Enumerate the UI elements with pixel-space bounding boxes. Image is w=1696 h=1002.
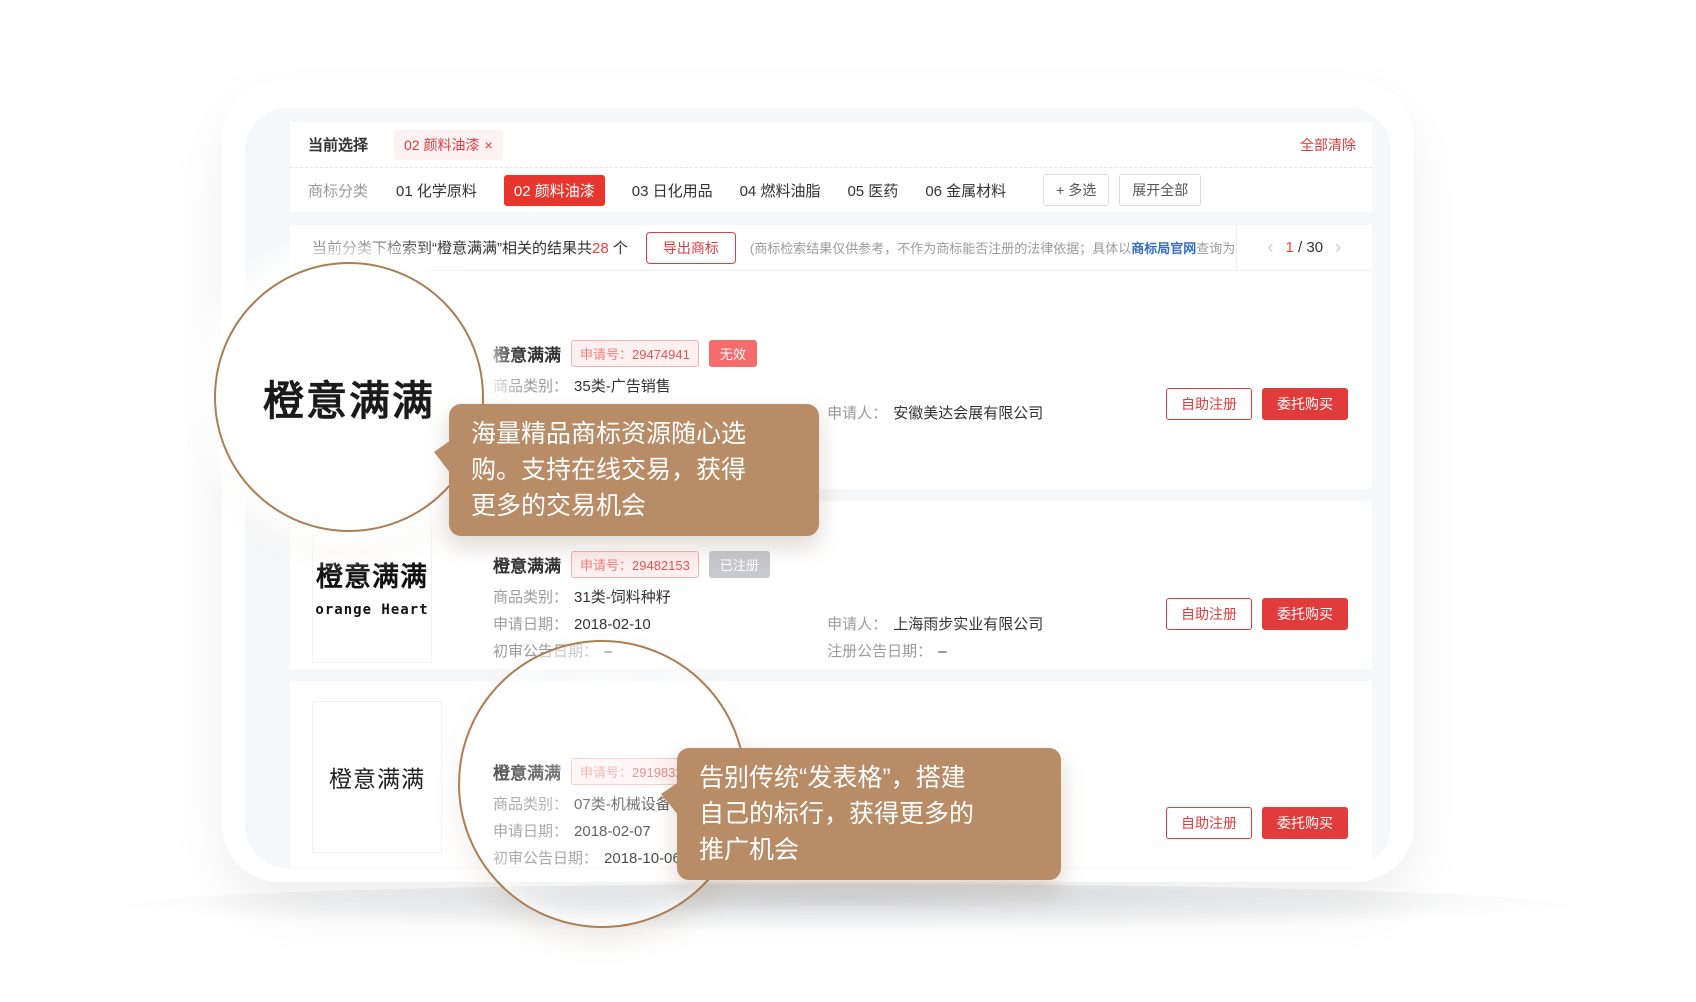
selected-filter-chip-label: 02 颜料油漆 (404, 135, 479, 155)
current-page: 1 (1286, 239, 1294, 256)
applicant-label: 申请人： (827, 616, 887, 633)
apply-date-value: 2018-02-10 (574, 616, 651, 633)
results-summary: 当前分类下检索到“橙意满满”相关的结果共28 个 (312, 237, 628, 258)
self-register-button[interactable]: 自助注册 (1166, 598, 1252, 630)
tooltip-line: 更多的交易机会 (471, 488, 797, 524)
trademark-image-2[interactable]: 橙意满满 orange Heart (312, 509, 432, 663)
entrust-purchase-button[interactable]: 委托购买 (1262, 807, 1348, 839)
trademark-name[interactable]: 橙意满满 (493, 759, 561, 784)
magnifier-circle-1: 橙意满满 (214, 262, 484, 532)
applicant-label: 申请人： (827, 405, 887, 422)
category-label: 商品类别： (493, 796, 568, 813)
tooltip-line: 海量精品商标资源随心选 (471, 416, 797, 452)
tooltip-tail (661, 782, 679, 816)
registration-publication-label: 注册公告日期： (827, 643, 932, 660)
close-icon[interactable]: × (484, 138, 492, 152)
filter-panel: 当前选择 02 颜料油漆 × 全部清除 商标分类 01 化学原料 02 颜料油漆… (290, 122, 1372, 212)
results-unit: 个 (609, 240, 628, 257)
category-label: 商品类别： (493, 378, 568, 395)
chevron-left-icon[interactable]: ‹ (1268, 237, 1274, 258)
trademark-name[interactable]: 橙意满满 (493, 552, 561, 577)
application-number-label: 申请号： (580, 347, 632, 362)
application-number-label: 申请号： (580, 765, 632, 780)
apply-date-value: 2018-02-07 (574, 823, 651, 840)
tooltip-promotion: 告别传统“发表格”，搭建 自己的标行，获得更多的 推广机会 (677, 748, 1061, 880)
trademark-image-subtext: orange Heart (315, 602, 428, 618)
page-separator: / (1294, 239, 1307, 256)
category-tab-01[interactable]: 01 化学原料 (396, 180, 477, 201)
trademark-office-link[interactable]: 商标局官网 (1131, 241, 1196, 256)
category-tab-06[interactable]: 06 金属材料 (925, 180, 1006, 201)
tooltip-marketplace: 海量精品商标资源随心选 购。支持在线交易，获得 更多的交易机会 (449, 404, 819, 536)
multi-select-button[interactable]: + 多选 (1043, 174, 1109, 206)
applicant-value: 上海雨步实业有限公司 (893, 616, 1043, 633)
application-number-badge: 申请号：29474941 (571, 340, 699, 367)
total-pages: 30 (1306, 239, 1323, 256)
expand-all-button[interactable]: 展开全部 (1119, 174, 1201, 206)
category-value: 35类-广告销售 (574, 378, 671, 395)
floor-shadow (120, 884, 1576, 930)
current-selection-label: 当前选择 (308, 134, 368, 155)
application-number-value: 29474941 (632, 347, 690, 362)
application-number-value: 29482153 (632, 558, 690, 573)
entrust-purchase-button[interactable]: 委托购买 (1262, 388, 1348, 420)
trademark-image-text: 橙意满满 (329, 760, 425, 794)
status-badge: 已注册 (709, 551, 770, 578)
applicant-value: 安徽美达会展有限公司 (893, 405, 1043, 422)
tooltip-line: 推广机会 (699, 832, 1039, 868)
chevron-right-icon[interactable]: › (1335, 237, 1341, 258)
selected-filter-chip[interactable]: 02 颜料油漆 × (394, 130, 503, 160)
magnified-trademark-text: 橙意满满 (263, 367, 435, 427)
first-publication-value: 2018-10-06 (604, 850, 681, 867)
self-register-button[interactable]: 自助注册 (1166, 807, 1252, 839)
application-number-label: 申请号： (580, 558, 632, 573)
row-2-content: 橙意满满 申请号：29482153 已注册 商品类别： 31类-饲料种籽 申请日期… (493, 550, 1043, 665)
row-divider (290, 669, 1372, 681)
tooltip-tail (434, 440, 451, 474)
status-badge: 无效 (709, 340, 757, 367)
category-value: 07类-机械设备 (574, 796, 671, 813)
category-tab-05[interactable]: 05 医药 (847, 180, 898, 201)
category-label: 商品类别： (493, 589, 568, 606)
self-register-button[interactable]: 自助注册 (1166, 388, 1252, 420)
first-publication-label: 初审公告日期： (493, 850, 598, 867)
trademark-image-text: 橙意满满 (316, 555, 428, 594)
category-value: 31类-饲料种籽 (574, 589, 671, 606)
category-tab-02-selected[interactable]: 02 颜料油漆 (504, 175, 605, 206)
tooltip-line: 告别传统“发表格”，搭建 (699, 760, 1039, 796)
trademark-name[interactable]: 橙意满满 (493, 341, 561, 366)
export-trademark-button[interactable]: 导出商标 (646, 232, 736, 264)
apply-date-label: 申请日期： (493, 823, 568, 840)
category-row-label: 商标分类 (308, 180, 368, 201)
clear-all-link[interactable]: 全部清除 (1300, 135, 1356, 155)
trademark-image-3[interactable]: 橙意满满 (312, 701, 442, 853)
application-number-badge: 申请号：29482153 (571, 551, 699, 578)
apply-date-label: 申请日期： (493, 616, 568, 633)
category-tab-04[interactable]: 04 燃料油脂 (740, 180, 821, 201)
registration-publication-value: – (938, 643, 946, 660)
results-header: 当前分类下检索到“橙意满满”相关的结果共28 个 导出商标 (商标检索结果仅供参… (290, 225, 1372, 271)
category-tab-03[interactable]: 03 日化用品 (632, 180, 713, 201)
first-publication-value: – (604, 643, 612, 660)
pagination: ‹ 1 / 30 › (1236, 225, 1372, 270)
disclaimer-text: (商标检索结果仅供参考，不作为商标能否注册的法律依据；具体以 (750, 241, 1131, 256)
results-count: 28 (592, 240, 609, 257)
page: 当前选择 02 颜料油漆 × 全部清除 商标分类 01 化学原料 02 颜料油漆… (0, 0, 1696, 1002)
tooltip-line: 购。支持在线交易，获得 (471, 452, 797, 488)
first-publication-label: 初审公告日期： (493, 643, 598, 660)
entrust-purchase-button[interactable]: 委托购买 (1262, 598, 1348, 630)
tooltip-line: 自己的标行，获得更多的 (699, 796, 1039, 832)
results-disclaimer: (商标检索结果仅供参考，不作为商标能否注册的法律依据；具体以商标局官网查询为准。… (750, 238, 1236, 257)
category-row: 商标分类 01 化学原料 02 颜料油漆 03 日化用品 04 燃料油脂 05 … (290, 168, 1372, 212)
results-summary-text: 当前分类下检索到“橙意满满”相关的结果共 (312, 240, 592, 257)
current-selection-row: 当前选择 02 颜料油漆 × 全部清除 (290, 122, 1372, 168)
page-indicator: 1 / 30 (1286, 239, 1324, 256)
disclaimer-text-end: 查询为准。) (1196, 241, 1235, 256)
